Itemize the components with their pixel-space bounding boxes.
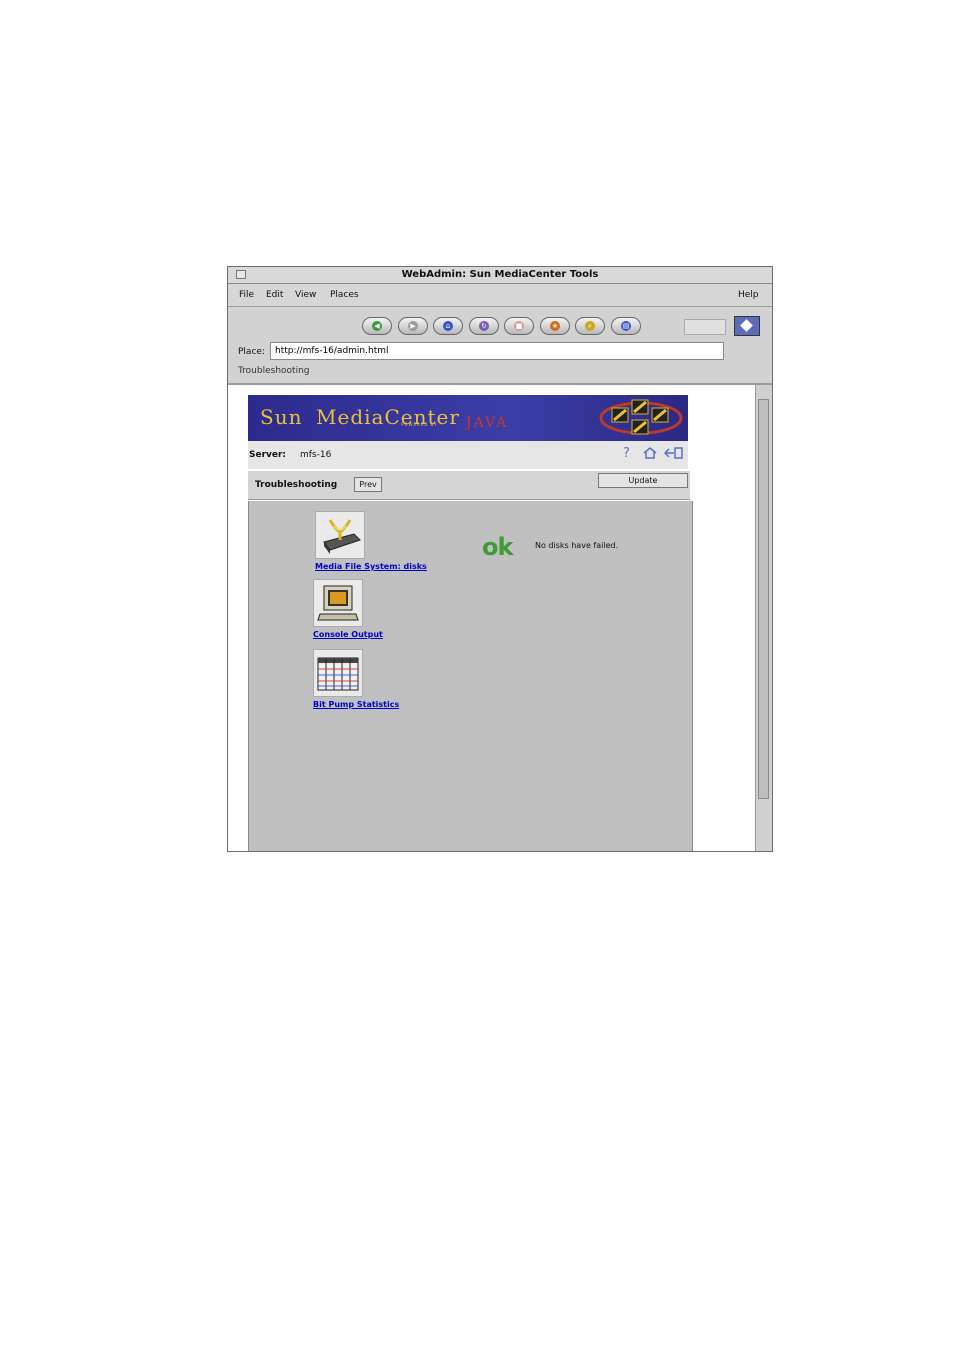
disk-status-message: No disks have failed. — [535, 541, 619, 550]
console-icon[interactable] — [313, 579, 363, 627]
search-button[interactable]: ⌕ — [575, 317, 605, 335]
menu-view[interactable]: View — [295, 290, 316, 300]
banner-mediacenter-text: MediaCenter — [316, 405, 460, 429]
tool-console-output: Console Output — [313, 579, 383, 639]
menu-help[interactable]: Help — [738, 290, 759, 300]
disk-icon[interactable] — [315, 511, 365, 559]
stop-icon: ■ — [514, 321, 524, 331]
table-icon[interactable] — [313, 649, 363, 697]
media-reels-icon — [599, 399, 683, 435]
tool-link[interactable]: Media File System: disks — [315, 562, 427, 571]
menu-bar: File Edit View Places Help — [228, 284, 772, 307]
window-menu-button[interactable] — [236, 270, 246, 279]
banner-sun-text: Sun — [260, 405, 303, 429]
troubleshooting-panel: Media File System: disks ok No disks hav… — [248, 501, 693, 851]
menu-file[interactable]: File — [239, 290, 254, 300]
stop-button[interactable]: ■ — [504, 317, 534, 335]
print-icon: ▤ — [621, 321, 631, 331]
toolbar: ◀ ▶ ⌂ ↻ ■ ★ ⌕ ▤ Place: http://mfs-16/adm… — [228, 307, 772, 385]
sun-mediacenter-banner: Sun MediaCenter POWERED BY JAVA — [248, 395, 688, 441]
ok-status: ok — [482, 533, 513, 561]
menu-edit[interactable]: Edit — [266, 290, 283, 300]
search-icon: ⌕ — [585, 321, 595, 331]
url-input[interactable]: http://mfs-16/admin.html — [270, 342, 724, 360]
vertical-scrollbar[interactable] — [755, 385, 772, 851]
back-icon: ◀ — [372, 321, 382, 331]
home-icon[interactable] — [642, 446, 658, 460]
activity-indicator — [684, 319, 726, 335]
title-bar: WebAdmin: Sun MediaCenter Tools — [228, 267, 772, 284]
tool-bit-pump-statistics: Bit Pump Statistics — [313, 649, 399, 709]
tool-mfs-disks: Media File System: disks — [315, 511, 427, 571]
page-content: Sun MediaCenter POWERED BY JAVA Server: … — [228, 385, 755, 851]
scrollbar-thumb[interactable] — [758, 399, 769, 799]
section-header: Troubleshooting Prev Update — [248, 471, 690, 500]
server-value: mfs-16 — [300, 450, 332, 460]
reload-button[interactable]: ↻ — [469, 317, 499, 335]
update-button[interactable]: Update — [598, 473, 688, 488]
tool-link[interactable]: Console Output — [313, 630, 383, 639]
banner-powered-by: POWERED BY — [401, 422, 438, 427]
sun-logo-icon — [734, 316, 760, 336]
reload-icon: ↻ — [479, 321, 489, 331]
prev-button[interactable]: Prev — [354, 477, 382, 492]
home-button[interactable]: ⌂ — [433, 317, 463, 335]
window-title: WebAdmin: Sun MediaCenter Tools — [401, 269, 599, 280]
section-title: Troubleshooting — [255, 480, 338, 490]
help-icon[interactable]: ? — [623, 446, 630, 461]
logout-icon[interactable] — [664, 446, 684, 460]
home-icon: ⌂ — [443, 321, 453, 331]
tool-link[interactable]: Bit Pump Statistics — [313, 700, 399, 709]
bookmarks-button[interactable]: ★ — [540, 317, 570, 335]
menu-places[interactable]: Places — [330, 290, 359, 300]
bookmarks-icon: ★ — [550, 321, 560, 331]
server-bar: Server: mfs-16 ? — [248, 441, 688, 469]
banner-java-text: JAVA — [466, 415, 509, 431]
server-label: Server: — [249, 450, 287, 460]
print-button[interactable]: ▤ — [611, 317, 641, 335]
browser-window: WebAdmin: Sun MediaCenter Tools File Edi… — [227, 266, 773, 852]
forward-button[interactable]: ▶ — [398, 317, 428, 335]
back-button[interactable]: ◀ — [362, 317, 392, 335]
place-label: Place: — [238, 347, 265, 357]
page-status-title: Troubleshooting — [238, 366, 310, 376]
forward-icon: ▶ — [408, 321, 418, 331]
